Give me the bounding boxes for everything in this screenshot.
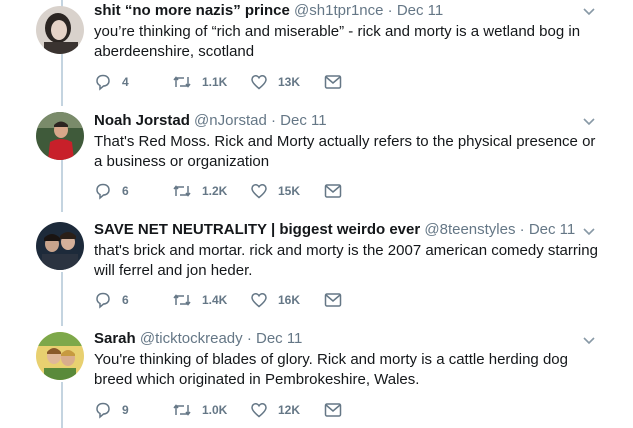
like-count: 12K (278, 403, 301, 417)
retweet-icon (172, 182, 192, 200)
retweet-button[interactable]: 1.4K (172, 291, 228, 309)
retweet-icon (172, 401, 192, 419)
direct-message-button[interactable] (324, 183, 342, 199)
retweet-count: 1.2K (202, 184, 228, 198)
retweet-count: 1.0K (202, 403, 228, 417)
reply-icon (94, 182, 112, 200)
reply-count: 9 (122, 403, 129, 417)
tweet[interactable]: Sarah @ticktockready · Dec 11 You're thi… (0, 324, 633, 428)
like-count: 13K (278, 75, 301, 89)
chevron-down-icon[interactable] (582, 333, 596, 347)
tweet-header: shit “no more nazis” prince @sh1tpr1nce … (94, 2, 443, 20)
chevron-down-icon[interactable] (582, 4, 596, 18)
username[interactable]: @nJorstad (194, 112, 267, 129)
like-button[interactable]: 16K (250, 291, 306, 309)
tweet-header: SAVE NET NEUTRALITY | biggest weirdo eve… (94, 221, 575, 239)
envelope-icon (324, 402, 342, 418)
reply-count: 6 (122, 184, 129, 198)
like-count: 15K (278, 184, 301, 198)
like-button[interactable]: 15K (250, 182, 306, 200)
display-name[interactable]: shit “no more nazis” prince (94, 2, 290, 19)
avatar[interactable] (36, 222, 84, 270)
separator: · (387, 2, 393, 19)
tweet-text: you’re thinking of “rich and miserable” … (94, 23, 581, 60)
tweet[interactable]: shit “no more nazis” prince @sh1tpr1nce … (0, 0, 633, 104)
direct-message-button[interactable] (324, 292, 342, 308)
retweet-button[interactable]: 1.0K (172, 401, 228, 419)
direct-message-button[interactable] (324, 74, 342, 90)
heart-icon (250, 291, 268, 309)
envelope-icon (324, 183, 342, 199)
avatar[interactable] (36, 6, 84, 54)
retweet-count: 1.4K (202, 293, 228, 307)
display-name[interactable]: Sarah (94, 330, 136, 347)
envelope-icon (324, 74, 342, 90)
tweet-text: That's Red Moss. Rick and Morty actually… (94, 133, 596, 170)
tweet-actions: 6 1.2K 15K (94, 181, 342, 201)
tweet-actions: 4 1.1K 13K (94, 72, 342, 92)
username[interactable]: @ticktockready (140, 330, 243, 347)
direct-message-button[interactable] (324, 402, 342, 418)
retweet-icon (172, 291, 192, 309)
reply-count: 4 (122, 75, 129, 89)
chevron-down-icon[interactable] (582, 114, 596, 128)
envelope-icon (324, 292, 342, 308)
reply-button[interactable]: 6 (94, 182, 146, 200)
separator: · (270, 112, 276, 129)
username[interactable]: @8teenstyles (424, 221, 515, 238)
heart-icon (250, 401, 268, 419)
heart-icon (250, 73, 268, 91)
tweet[interactable]: Noah Jorstad @nJorstad · Dec 11 That's R… (0, 106, 633, 212)
timestamp[interactable]: Dec 11 (529, 221, 575, 238)
reply-button[interactable]: 6 (94, 291, 146, 309)
tweet-text: that's brick and mortar. rick and morty … (94, 242, 598, 279)
tweet-text: You're thinking of blades of glory. Rick… (94, 351, 568, 388)
timestamp[interactable]: Dec 11 (280, 112, 326, 129)
retweet-button[interactable]: 1.1K (172, 73, 228, 91)
reply-button[interactable]: 4 (94, 73, 146, 91)
display-name[interactable]: SAVE NET NEUTRALITY | biggest weirdo eve… (94, 221, 420, 238)
tweet-actions: 9 1.0K 12K (94, 400, 342, 420)
avatar[interactable] (36, 332, 84, 380)
like-count: 16K (278, 293, 301, 307)
tweet-header: Noah Jorstad @nJorstad · Dec 11 (94, 112, 327, 130)
tweet-actions: 6 1.4K 16K (94, 290, 342, 310)
retweet-button[interactable]: 1.2K (172, 182, 228, 200)
reply-icon (94, 291, 112, 309)
chevron-down-icon[interactable] (582, 224, 596, 238)
reply-button[interactable]: 9 (94, 401, 146, 419)
display-name[interactable]: Noah Jorstad (94, 112, 190, 129)
timestamp[interactable]: Dec 11 (256, 330, 302, 347)
username[interactable]: @sh1tpr1nce (294, 2, 383, 19)
avatar[interactable] (36, 112, 84, 160)
like-button[interactable]: 13K (250, 73, 306, 91)
separator: · (519, 221, 525, 238)
reply-count: 6 (122, 293, 129, 307)
tweet[interactable]: SAVE NET NEUTRALITY | biggest weirdo eve… (0, 214, 633, 324)
reply-icon (94, 401, 112, 419)
like-button[interactable]: 12K (250, 401, 306, 419)
separator: · (246, 330, 252, 347)
timestamp[interactable]: Dec 11 (397, 2, 443, 19)
retweet-count: 1.1K (202, 75, 228, 89)
retweet-icon (172, 73, 192, 91)
reply-icon (94, 73, 112, 91)
heart-icon (250, 182, 268, 200)
tweet-header: Sarah @ticktockready · Dec 11 (94, 330, 302, 348)
